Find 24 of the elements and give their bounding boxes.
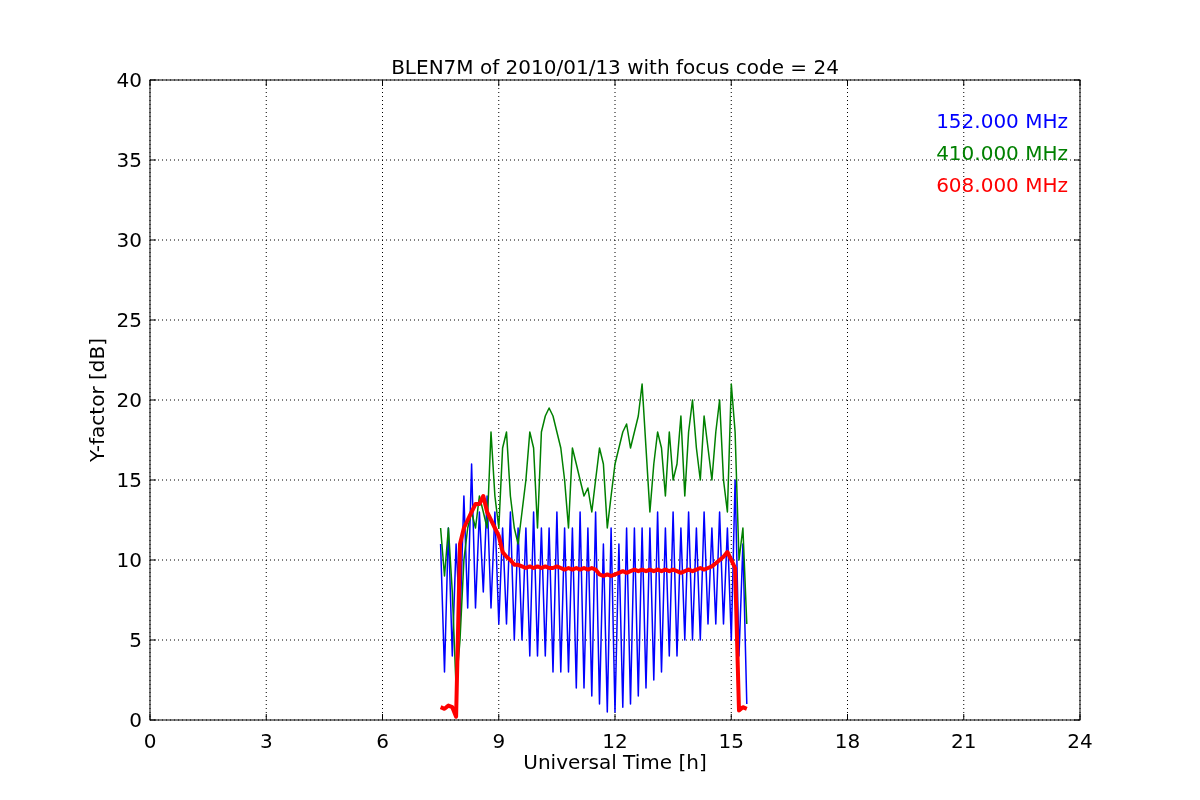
y-tick-label: 30 (116, 228, 142, 252)
x-tick-label: 0 (143, 729, 157, 753)
x-tick-label: 24 (1067, 729, 1093, 753)
y-tick-label: 20 (116, 388, 142, 412)
y-tick-label: 40 (116, 68, 142, 92)
x-tick-label: 3 (259, 729, 273, 753)
x-tick-label: 6 (376, 729, 389, 753)
x-axis-label: Universal Time [h] (523, 750, 707, 774)
legend-label: 410.000 MHz (936, 141, 1068, 165)
y-tick-label: 15 (116, 468, 142, 492)
y-tick-label: 35 (116, 148, 142, 172)
x-tick-label: 18 (834, 729, 861, 753)
x-tick-label: 15 (718, 729, 744, 753)
y-tick-label: 0 (129, 708, 142, 732)
x-tick-label: 9 (492, 729, 506, 753)
y-tick-label: 25 (116, 308, 142, 332)
legend-label: 608.000 MHz (936, 173, 1068, 197)
x-tick-label: 12 (602, 729, 628, 753)
x-tick-label: 21 (951, 729, 977, 753)
legend-label: 152.000 MHz (936, 109, 1068, 133)
y-axis-label: Y-factor [dB] (85, 338, 109, 462)
chart-title: BLEN7M of 2010/01/13 with focus code = 24 (391, 55, 839, 79)
y-tick-label: 10 (116, 548, 142, 572)
y-tick-label: 5 (129, 628, 142, 652)
